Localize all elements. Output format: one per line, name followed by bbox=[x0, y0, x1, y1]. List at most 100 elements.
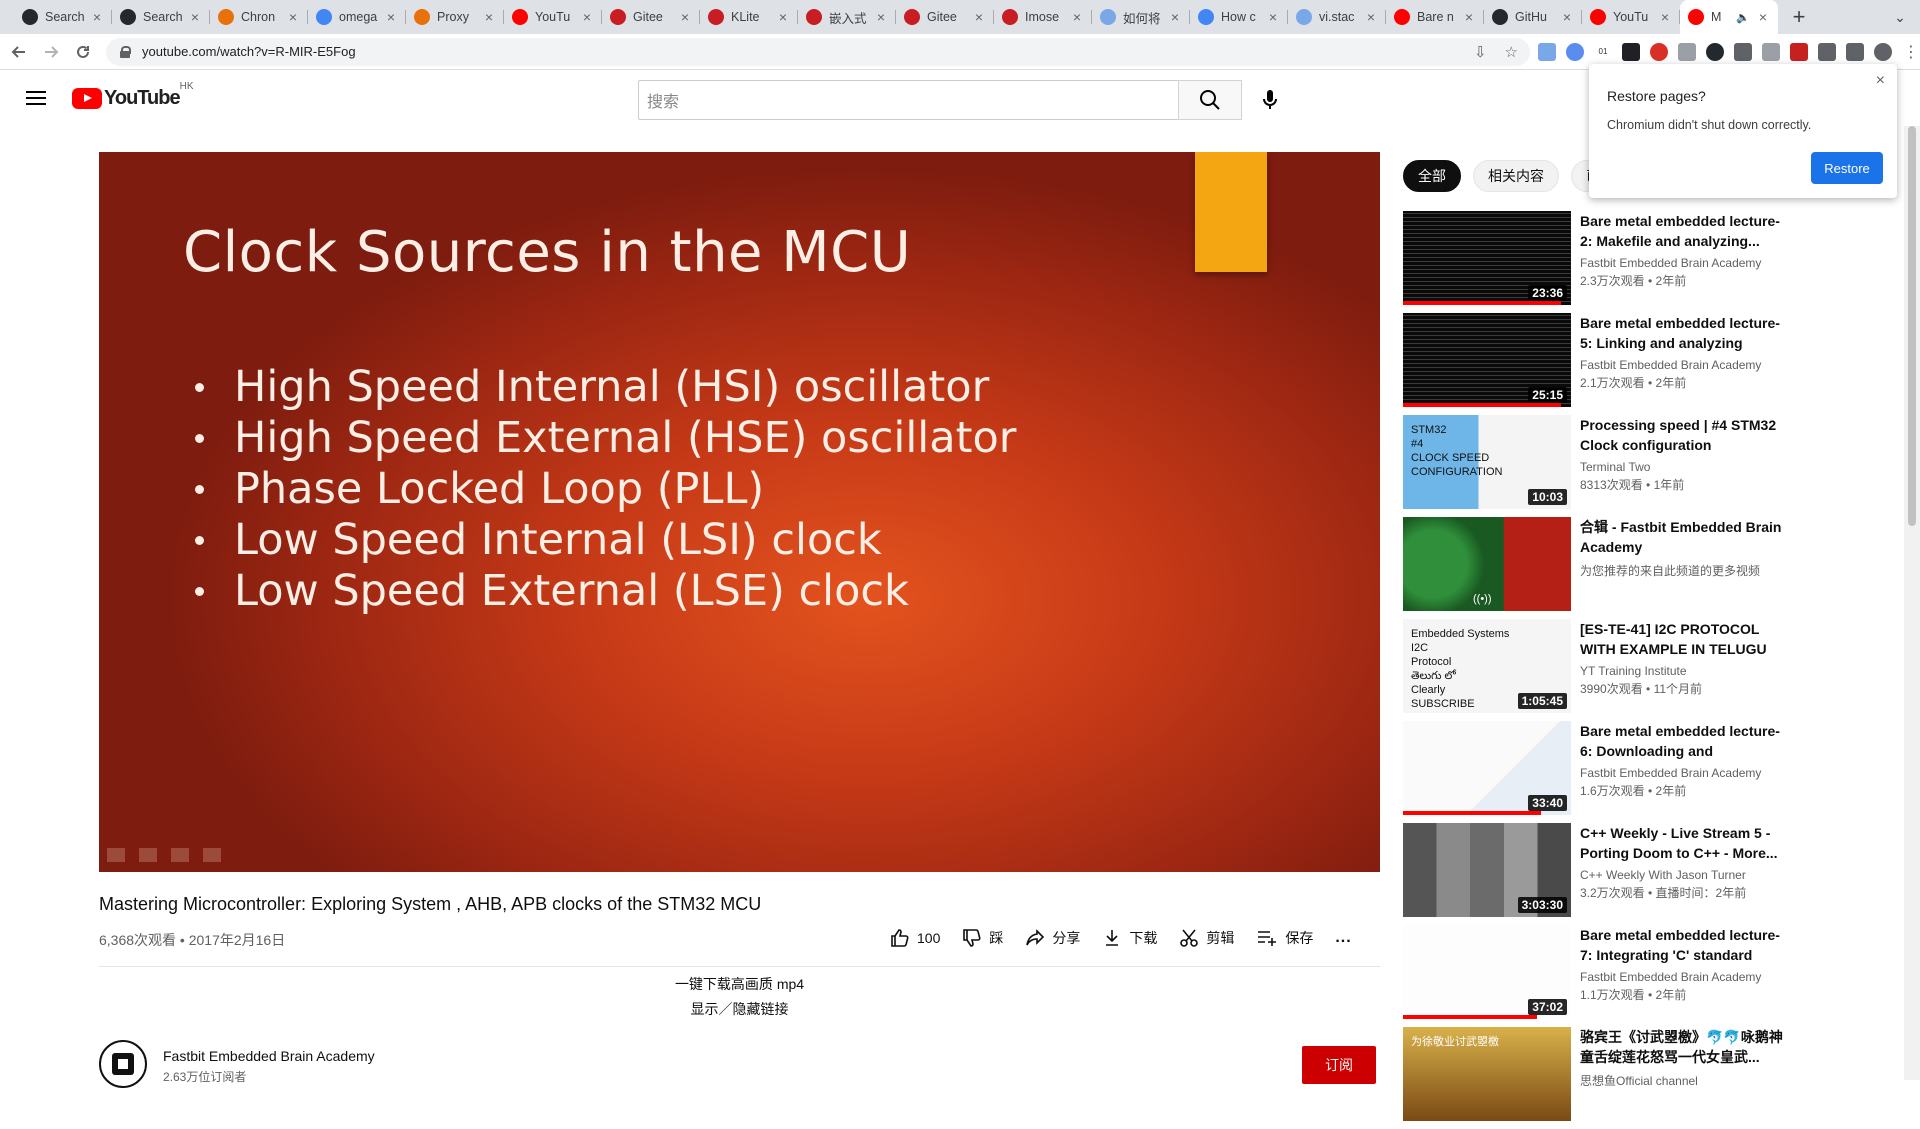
tab-close-icon[interactable]: × bbox=[678, 9, 692, 25]
video-thumbnail[interactable]: 23:36 bbox=[1403, 211, 1571, 305]
tab-search-icon[interactable]: ⌄ bbox=[1880, 9, 1920, 26]
tab-manager-extension-icon[interactable] bbox=[1622, 42, 1640, 61]
proxy-extension-icon[interactable] bbox=[1566, 42, 1584, 61]
profile-icon[interactable] bbox=[1874, 42, 1892, 61]
scrollbar-thumb[interactable] bbox=[1908, 126, 1916, 526]
github-extension-icon[interactable] bbox=[1706, 42, 1724, 61]
browser-tab[interactable]: Chron × bbox=[210, 0, 308, 34]
new-tab-button[interactable]: + bbox=[1782, 4, 1816, 30]
forward-icon[interactable] bbox=[38, 37, 64, 67]
recommended-video[interactable]: Embedded Systems I2C Protocol తెలుగు లో Clea… bbox=[1403, 619, 1803, 721]
browser-tab[interactable]: Imose × bbox=[994, 0, 1092, 34]
tab-close-icon[interactable]: × bbox=[776, 9, 790, 25]
recommended-video[interactable]: 33:40 Bare metal embedded lecture-6: Down… bbox=[1403, 721, 1803, 823]
channel-name[interactable]: Fastbit Embedded Brain Academy bbox=[163, 1048, 375, 1064]
brush-extension-icon[interactable] bbox=[1762, 42, 1780, 61]
puzzle-extensions-icon[interactable] bbox=[1818, 42, 1836, 61]
browser-tab[interactable]: 如何将 × bbox=[1092, 0, 1190, 34]
toggle-links-link[interactable]: 显示／隐藏链接 bbox=[99, 999, 1380, 1019]
csdn-extension-icon[interactable] bbox=[1678, 42, 1696, 61]
video-channel[interactable]: 思想鱼Official channel bbox=[1580, 1072, 1790, 1089]
video-thumbnail[interactable]: 为徐敬业讨武曌檄 bbox=[1403, 1027, 1571, 1121]
reading-list-icon[interactable] bbox=[1846, 42, 1864, 61]
video-title[interactable]: C++ Weekly - Live Stream 5 - Porting Doo… bbox=[1580, 823, 1790, 863]
video-thumbnail[interactable]: Embedded Systems I2C Protocol తెలుగు లో Clea… bbox=[1403, 619, 1571, 713]
video-channel[interactable]: C++ Weekly With Jason Turner bbox=[1580, 868, 1790, 882]
search-input[interactable]: 搜索 bbox=[638, 80, 1178, 120]
download-button[interactable]: 下载 bbox=[1102, 928, 1157, 948]
tab-close-icon[interactable]: × bbox=[972, 9, 986, 25]
video-title[interactable]: Bare metal embedded lecture-6: Downloadi… bbox=[1580, 721, 1790, 761]
tab-close-icon[interactable]: × bbox=[1168, 9, 1182, 25]
browser-tab[interactable]: Proxy × bbox=[406, 0, 504, 34]
browser-tab[interactable]: vi.stac × bbox=[1288, 0, 1386, 34]
reload-icon[interactable] bbox=[70, 37, 96, 67]
recommended-video[interactable]: STM32 #4 CLOCK SPEED CONFIGURATION 10:03 Proc… bbox=[1403, 415, 1803, 517]
search-button[interactable] bbox=[1178, 80, 1242, 120]
video-channel[interactable]: Fastbit Embedded Brain Academy bbox=[1580, 358, 1790, 372]
share-button[interactable]: 分享 bbox=[1025, 928, 1080, 948]
bookmark-star-icon[interactable]: ☆ bbox=[1505, 43, 1518, 61]
youtube-logo[interactable]: YouTube HK bbox=[72, 81, 194, 110]
audio-playing-icon[interactable]: 🔈 bbox=[1736, 11, 1750, 24]
kebab-menu-icon[interactable]: ⋮ bbox=[1902, 43, 1920, 61]
video-channel[interactable]: Terminal Two bbox=[1580, 460, 1790, 474]
video-title[interactable]: Bare metal embedded lecture-5: Linking a… bbox=[1580, 313, 1790, 353]
video-player[interactable]: Clock Sources in the MCU High Speed Inte… bbox=[99, 152, 1380, 872]
browser-tab[interactable]: Search × bbox=[112, 0, 210, 34]
browser-tab[interactable]: Bare n × bbox=[1386, 0, 1484, 34]
tab-close-icon[interactable]: × bbox=[1364, 9, 1378, 25]
channel-avatar[interactable] bbox=[99, 1040, 147, 1088]
browser-tab[interactable]: Gitee × bbox=[896, 0, 994, 34]
browser-tab[interactable]: KLite × bbox=[700, 0, 798, 34]
video-thumbnail[interactable]: 37:02 bbox=[1403, 925, 1571, 1019]
lock-icon[interactable] bbox=[120, 45, 132, 58]
subscribe-button[interactable]: 订阅 bbox=[1302, 1046, 1376, 1084]
video-title[interactable]: 合辑 - Fastbit Embedded Brain Academy bbox=[1580, 517, 1790, 557]
dislike-button[interactable]: 踩 bbox=[962, 928, 1003, 948]
video-channel[interactable]: Fastbit Embedded Brain Academy bbox=[1580, 970, 1790, 984]
browser-tab[interactable]: YouTu × bbox=[1582, 0, 1680, 34]
tab-close-icon[interactable]: × bbox=[874, 9, 888, 25]
filter-chip[interactable]: 相关内容 bbox=[1473, 160, 1559, 192]
tab-close-icon[interactable]: × bbox=[1560, 9, 1574, 25]
video-channel[interactable]: Fastbit Embedded Brain Academy bbox=[1580, 766, 1790, 780]
save-button[interactable]: 保存 bbox=[1256, 928, 1313, 948]
voice-search-button[interactable] bbox=[1250, 80, 1290, 120]
browser-tab[interactable]: Search × bbox=[14, 0, 112, 34]
recommended-video[interactable]: 25:15 Bare metal embedded lecture-5: Link… bbox=[1403, 313, 1803, 415]
address-bar[interactable]: youtube.com/watch?v=R-MIR-E5Fog ⇩ ☆ bbox=[106, 37, 1530, 66]
tab-close-icon[interactable]: × bbox=[1070, 9, 1084, 25]
clip-button[interactable]: 剪辑 bbox=[1179, 928, 1234, 948]
video-title[interactable]: 骆宾王《讨武曌檄》🐬🐬咏鹅神童舌绽莲花怒骂一代女皇武... bbox=[1580, 1027, 1790, 1067]
video-channel[interactable]: YT Training Institute bbox=[1580, 664, 1790, 678]
recommended-video[interactable]: ((•)) 合辑 - Fastbit Embedded Brain Academy… bbox=[1403, 517, 1803, 619]
tab-close-icon[interactable]: × bbox=[384, 9, 398, 25]
recommended-video[interactable]: 23:36 Bare metal embedded lecture-2: Make… bbox=[1403, 211, 1803, 313]
video-title[interactable]: Bare metal embedded lecture-7: Integrati… bbox=[1580, 925, 1790, 965]
video-title[interactable]: Bare metal embedded lecture-2: Makefile … bbox=[1580, 211, 1790, 251]
close-icon[interactable]: × bbox=[1876, 72, 1885, 90]
like-button[interactable]: 100 bbox=[890, 928, 940, 948]
download-extension-icon[interactable] bbox=[1734, 42, 1752, 61]
tab-close-icon[interactable]: × bbox=[90, 9, 104, 25]
video-thumbnail[interactable]: 25:15 bbox=[1403, 313, 1571, 407]
clock-extension-icon[interactable]: 01 bbox=[1594, 42, 1612, 61]
browser-tab[interactable]: Gitee × bbox=[602, 0, 700, 34]
video-title[interactable]: Processing speed | #4 STM32 Clock config… bbox=[1580, 415, 1790, 455]
install-icon[interactable]: ⇩ bbox=[1474, 43, 1487, 61]
download-hq-link[interactable]: 一键下载高画质 mp4 bbox=[99, 974, 1380, 994]
video-thumbnail[interactable]: ((•)) bbox=[1403, 517, 1571, 611]
video-channel[interactable]: 为您推荐的来自此频道的更多视频 bbox=[1580, 562, 1790, 579]
tab-close-icon[interactable]: × bbox=[1266, 9, 1280, 25]
video-thumbnail[interactable]: STM32 #4 CLOCK SPEED CONFIGURATION 10:03 bbox=[1403, 415, 1571, 509]
tab-close-icon[interactable]: × bbox=[1756, 9, 1770, 25]
tab-close-icon[interactable]: × bbox=[1658, 9, 1672, 25]
tab-close-icon[interactable]: × bbox=[1462, 9, 1476, 25]
browser-tab[interactable]: YouTu × bbox=[504, 0, 602, 34]
more-actions-button[interactable]: ... bbox=[1335, 929, 1351, 947]
translate-extension-icon[interactable] bbox=[1538, 42, 1556, 61]
tab-close-icon[interactable]: × bbox=[188, 9, 202, 25]
recommended-video[interactable]: 3:03:30 C++ Weekly - Live Stream 5 - Port… bbox=[1403, 823, 1803, 925]
filter-chip[interactable]: 全部 bbox=[1403, 160, 1461, 192]
